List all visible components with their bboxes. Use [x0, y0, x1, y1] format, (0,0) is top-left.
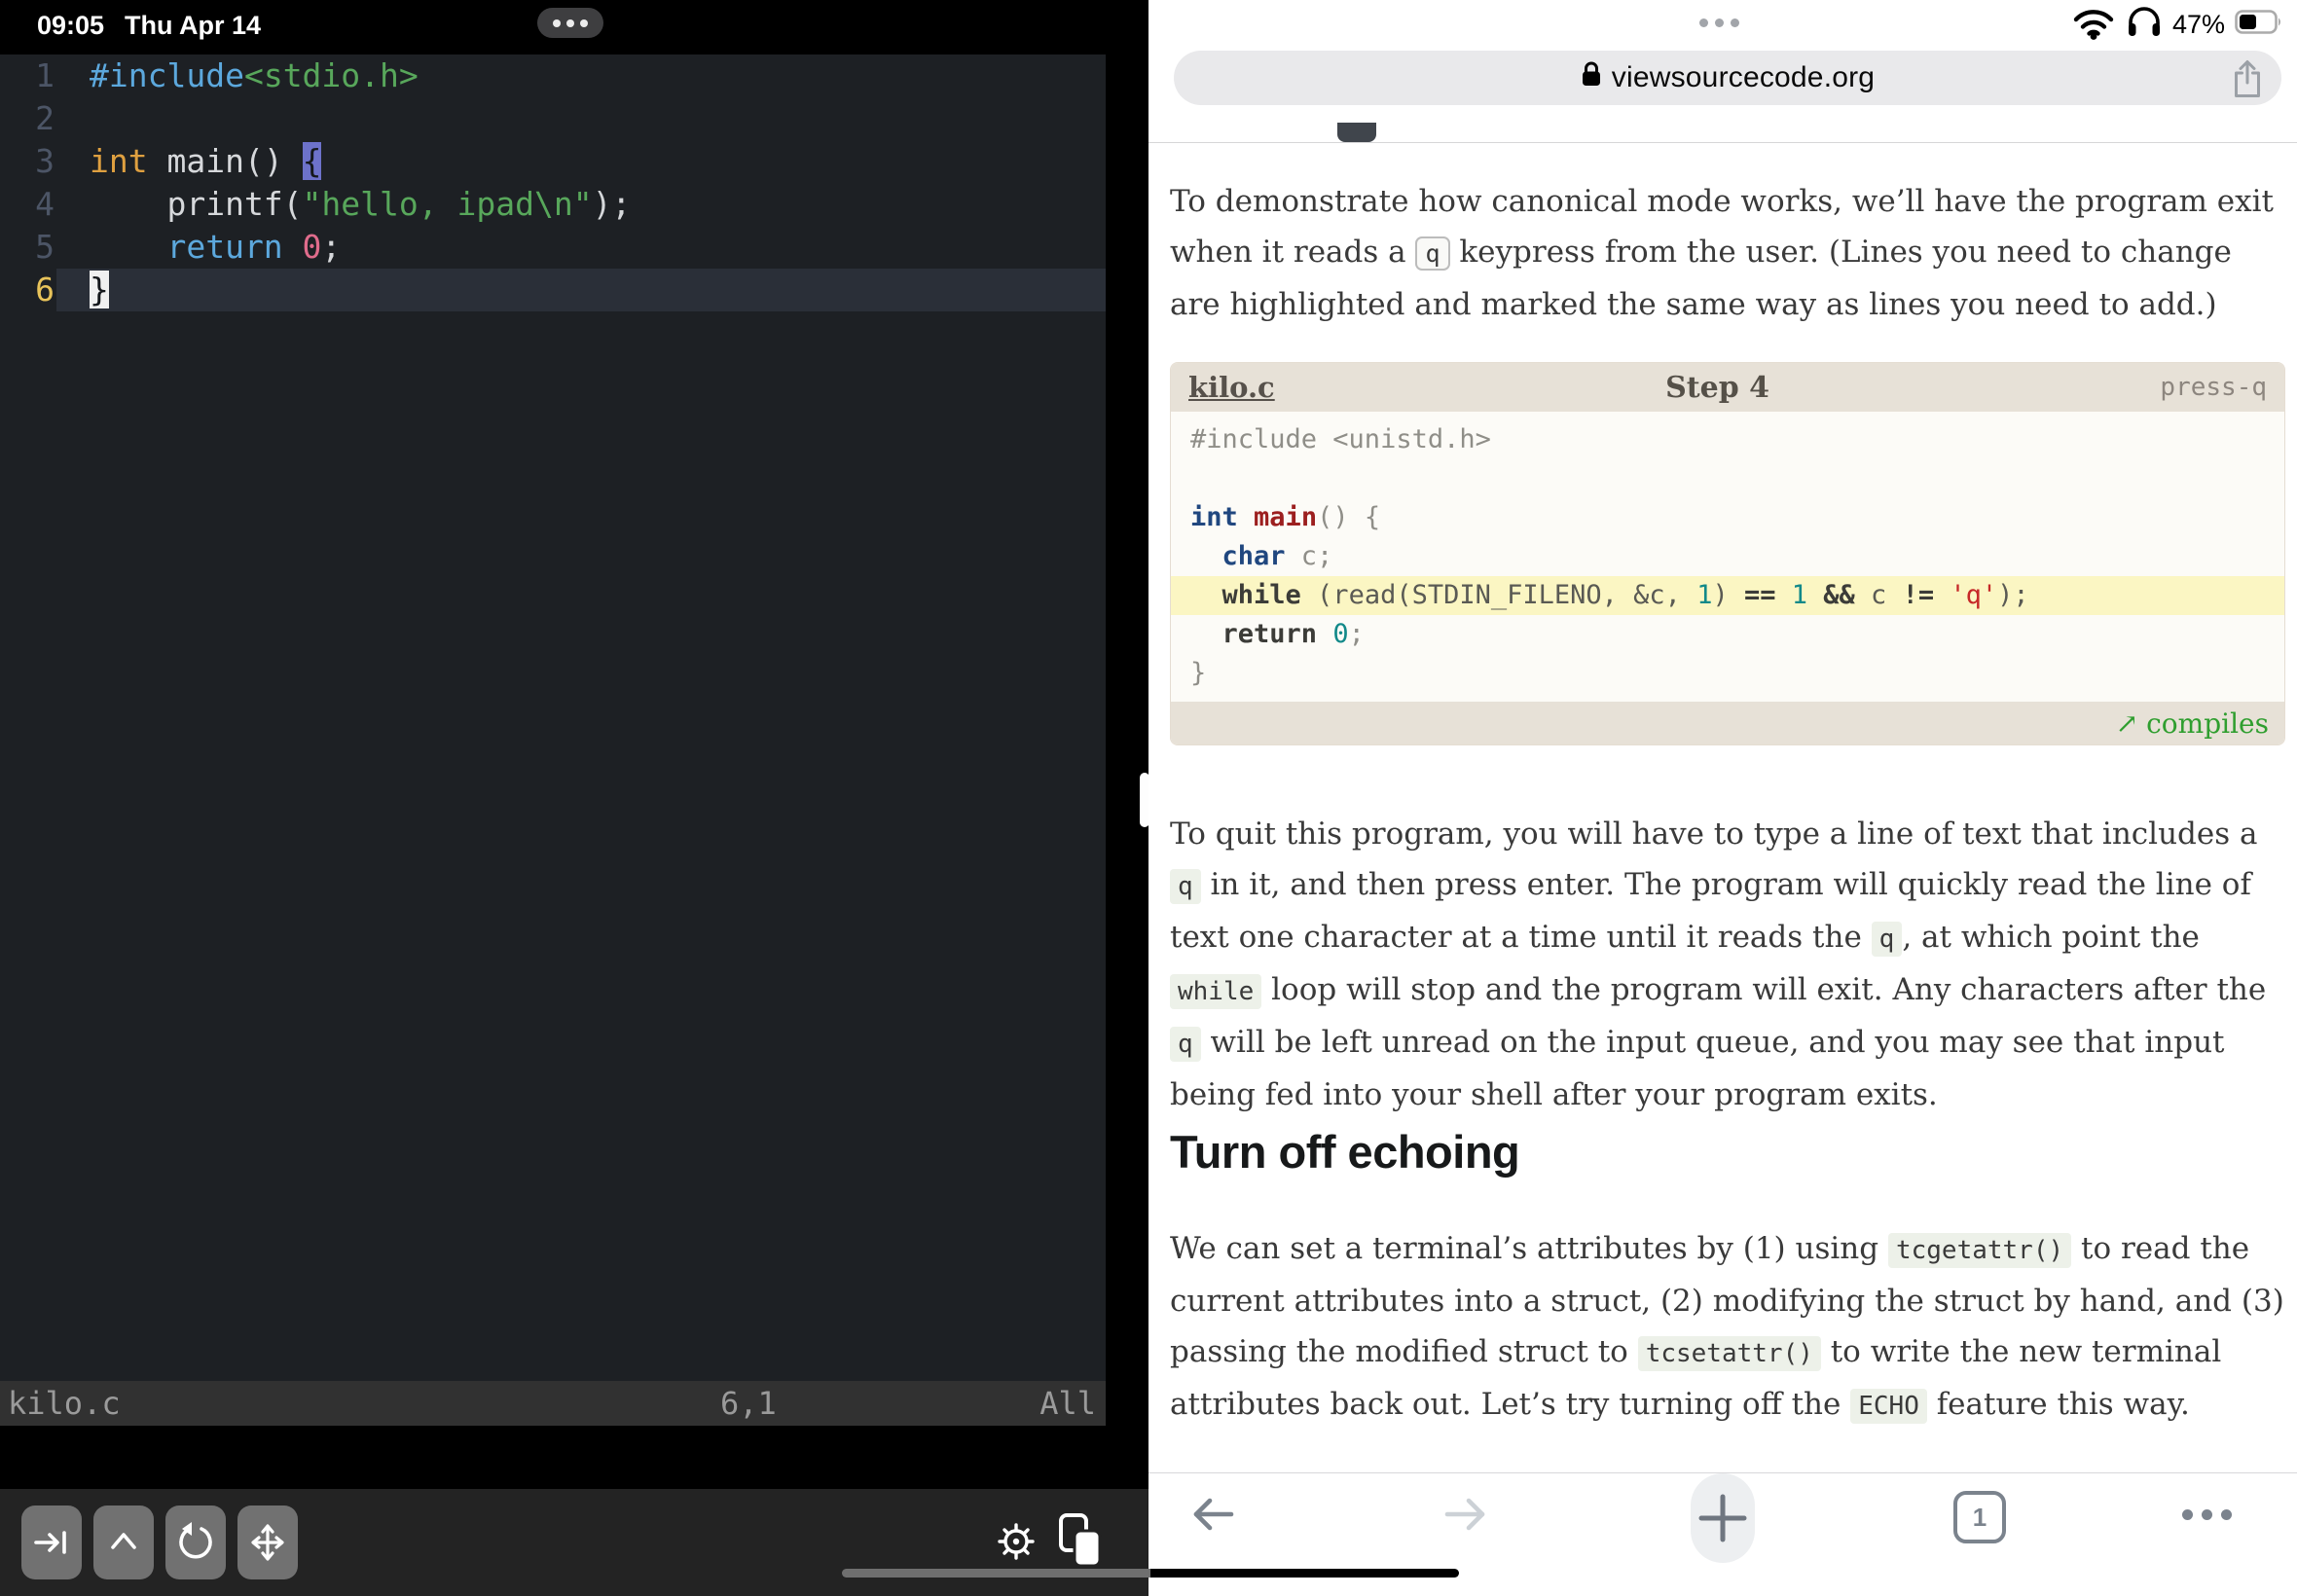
- dot-icon: [580, 18, 588, 27]
- undo-circle-icon: [175, 1522, 216, 1563]
- toolbar-divider: [1148, 142, 2297, 143]
- multitask-menu-right[interactable]: [1699, 18, 1739, 27]
- tab-count: 1: [1972, 1502, 1987, 1532]
- right-status-icons: 47%: [2071, 6, 2283, 41]
- control-key-button[interactable]: [93, 1505, 154, 1579]
- code-block-tag: press-q: [2160, 373, 2267, 402]
- line-code: #include<stdio.h>: [90, 56, 419, 94]
- vim-editor[interactable]: 1 #include<stdio.h> 2 3 int main() {4 printf…: [0, 54, 1106, 1381]
- battery-icon: [2235, 9, 2283, 41]
- compiles-link[interactable]: compiles: [2146, 707, 2269, 740]
- editor-line: 5 return 0;: [0, 226, 1106, 269]
- new-tab-button[interactable]: [1691, 1473, 1755, 1563]
- line-number: 5: [35, 228, 55, 266]
- terminal-settings-button[interactable]: [991, 1518, 1041, 1569]
- editor-line: 2: [0, 97, 1106, 140]
- back-button[interactable]: [1190, 1495, 1237, 1539]
- code-line: return 0;: [1221, 619, 1365, 649]
- multitask-menu-left[interactable]: [537, 8, 603, 38]
- headphones-icon: [2126, 4, 2163, 46]
- line-number: 1: [35, 56, 55, 94]
- code-line: int main() {: [1190, 502, 1381, 532]
- paste-clipboard-icon: [1055, 1510, 1106, 1576]
- lock-icon: [1581, 60, 1602, 95]
- line-number: 2: [35, 99, 55, 137]
- share-button[interactable]: [2231, 58, 2264, 104]
- code-block-file-link[interactable]: kilo.c: [1188, 371, 1275, 404]
- paragraph-canonical-mode: To demonstrate how canonical mode works,…: [1170, 184, 2274, 322]
- forward-button[interactable]: [1441, 1495, 1488, 1539]
- address-bar[interactable]: viewsourcecode.org: [1174, 51, 2281, 105]
- editor-line: 3 int main() {: [0, 140, 1106, 183]
- more-options-button[interactable]: [2182, 1509, 2232, 1520]
- date: Thu Apr 14: [125, 11, 262, 40]
- scrolled-content-remnant: [1337, 123, 1376, 142]
- statusline-cursor-position: 6,1: [720, 1385, 777, 1422]
- line-number: 4: [35, 185, 55, 223]
- line-number: 6: [35, 271, 55, 308]
- inline-code: ECHO: [1850, 1389, 1927, 1424]
- dot-icon: [1699, 18, 1708, 27]
- clock: 09:05: [37, 11, 105, 40]
- inline-code: q: [1170, 869, 1201, 904]
- line-code: return 0;: [90, 228, 342, 266]
- dot-icon: [2182, 1509, 2193, 1520]
- gear-icon: [992, 1517, 1040, 1571]
- four-arrows-icon: [246, 1521, 289, 1564]
- line-code: printf("hello, ipad\n");: [90, 185, 632, 223]
- keyboard-accessory-bar: [0, 1489, 1148, 1596]
- url-text: viewsourcecode.org: [1611, 61, 1876, 93]
- code-block-footer: ↗ compiles: [1171, 702, 2284, 744]
- statusline-filename: kilo.c: [8, 1385, 121, 1422]
- ipad-screen: 09:05 Thu Apr 14 1 #include<stdio.h> 2 3 int…: [0, 0, 2297, 1596]
- external-arrow-icon: ↗: [2115, 707, 2139, 740]
- paragraph-turn-off-echoing: We can set a terminal’s attributes by (1…: [1170, 1231, 2284, 1424]
- tab-icon: [32, 1523, 71, 1562]
- home-indicator[interactable]: [842, 1569, 1459, 1578]
- terminal-app: 09:05 Thu Apr 14 1 #include<stdio.h> 2 3 int…: [0, 0, 1148, 1596]
- inline-code: tcsetattr(): [1637, 1336, 1821, 1371]
- code-block-header: kilo.c Step 4 press-q: [1171, 363, 2284, 412]
- code-block-body: #include <unistd.h> int main() { char c; …: [1171, 412, 2284, 702]
- code-line: #include <unistd.h>: [1190, 424, 1491, 454]
- inline-code: q: [1170, 1027, 1201, 1062]
- line-code: int main() {: [90, 142, 322, 180]
- paragraph-quit-program: To quit this program, you will have to t…: [1170, 816, 2267, 1112]
- wifi-icon: [2071, 5, 2116, 45]
- editor-line: 6}: [0, 269, 1106, 311]
- code-block-step-label: Step 4: [1665, 370, 1770, 405]
- inline-code: while: [1170, 974, 1262, 1009]
- line-number: 3: [35, 142, 55, 180]
- dot-icon: [1731, 18, 1739, 27]
- dot-icon: [553, 18, 561, 27]
- left-status-bar: 09:05 Thu Apr 14: [0, 0, 1148, 54]
- tabs-button[interactable]: 1: [1953, 1491, 2006, 1543]
- code-line: char c;: [1221, 541, 1333, 571]
- battery-percent: 47%: [2171, 9, 2225, 39]
- caret-icon: [104, 1523, 143, 1562]
- tab-key-button[interactable]: [21, 1505, 82, 1579]
- inline-code: q: [1871, 922, 1903, 957]
- section-heading: Turn off echoing: [1170, 1126, 1520, 1178]
- address-bar-center: viewsourcecode.org: [1174, 51, 2281, 105]
- line-code: }: [90, 271, 109, 308]
- paste-button[interactable]: [1051, 1510, 1110, 1575]
- editor-line: 1 #include<stdio.h>: [0, 54, 1106, 97]
- dot-icon: [2221, 1509, 2232, 1520]
- code-line: }: [1190, 658, 1207, 688]
- statusline-scroll-indicator: All: [1039, 1385, 1096, 1422]
- dot-icon: [2202, 1509, 2212, 1520]
- code-line-highlighted: while (read(STDIN_FILENO, &c, 1) == 1 &&…: [1171, 576, 2284, 615]
- escape-key-button[interactable]: [165, 1505, 226, 1579]
- code-step-block: kilo.c Step 4 press-q #include <unistd.h…: [1170, 362, 2285, 745]
- arrow-keys-button[interactable]: [237, 1505, 298, 1579]
- inline-code: tcgetattr(): [1887, 1233, 2072, 1268]
- dot-icon: [566, 18, 574, 27]
- vim-statusline: kilo.c 6,1 All: [0, 1381, 1106, 1426]
- safari-app: 47% viewsourcecode.org To demonstrate ho…: [1148, 0, 2297, 1596]
- editor-line: 4 printf("hello, ipad\n");: [0, 183, 1106, 226]
- kbd-key: q: [1415, 236, 1450, 271]
- dot-icon: [1715, 18, 1724, 27]
